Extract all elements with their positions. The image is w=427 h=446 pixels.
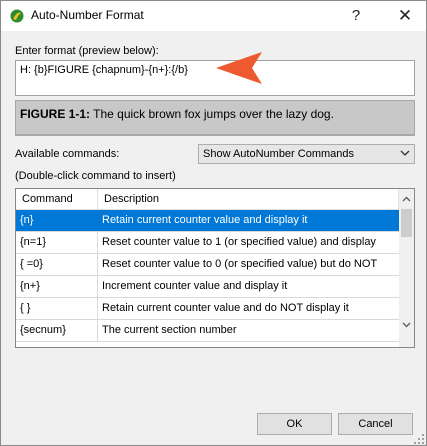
commands-table: Command Description {n} Retain current c… <box>15 188 415 348</box>
description-cell: Retain current counter value and do NOT … <box>102 302 349 314</box>
window-title: Auto-Number Format <box>31 8 144 22</box>
command-cell: {secnum} <box>16 320 98 341</box>
table-row[interactable]: {n=1} Reset counter value to 1 (or speci… <box>16 232 399 254</box>
table-rows: {n} Retain current counter value and dis… <box>16 210 399 347</box>
command-cell: {n=1} <box>16 232 98 253</box>
table-row[interactable]: {secnum} The current section number <box>16 320 399 342</box>
table-row[interactable]: {n+} Increment counter value and display… <box>16 276 399 298</box>
table-header: Command Description <box>16 189 399 210</box>
table-row[interactable]: { } Retain current counter value and do … <box>16 298 399 320</box>
cancel-button[interactable]: Cancel <box>338 413 413 435</box>
available-commands-label: Available commands: <box>15 148 120 160</box>
scroll-up-icon[interactable] <box>399 192 414 207</box>
table-row[interactable]: {n} Retain current counter value and dis… <box>16 210 399 232</box>
vertical-scrollbar[interactable] <box>399 189 414 347</box>
description-cell: Retain current counter value and display… <box>102 214 308 226</box>
command-cell: {n} <box>16 210 98 231</box>
double-click-hint: (Double-click command to insert) <box>15 170 176 182</box>
description-cell: Reset counter value to 1 (or specified v… <box>102 236 376 248</box>
commands-dropdown[interactable]: Show AutoNumber Commands <box>198 144 415 164</box>
format-label: Enter format (preview below): <box>15 45 159 57</box>
resize-grip-icon[interactable] <box>413 433 425 445</box>
format-preview: FIGURE 1-1: The quick brown fox jumps ov… <box>15 100 415 136</box>
pointer-arrow-icon <box>216 52 262 84</box>
description-cell: The current section number <box>102 324 237 336</box>
description-cell: Reset counter value to 0 (or specified v… <box>102 258 378 270</box>
command-cell: { } <box>16 298 98 319</box>
table-row[interactable]: { =0} Reset counter value to 0 (or speci… <box>16 254 399 276</box>
close-icon[interactable]: ✕ <box>392 5 418 27</box>
preview-bold-text: FIGURE 1-1: <box>20 107 91 121</box>
command-cell: { =0} <box>16 254 98 275</box>
command-cell: {n+} <box>16 276 98 297</box>
preview-text: The quick brown fox jumps over the lazy … <box>90 107 334 121</box>
column-header-description[interactable]: Description <box>98 189 399 210</box>
app-icon <box>10 9 24 23</box>
ok-button[interactable]: OK <box>257 413 332 435</box>
help-icon[interactable]: ? <box>343 5 369 27</box>
description-cell: Increment counter value and display it <box>102 280 288 292</box>
column-header-command[interactable]: Command <box>16 189 98 210</box>
scrollbar-thumb[interactable] <box>401 209 412 237</box>
chevron-down-icon <box>400 150 410 156</box>
auto-number-format-dialog: Auto-Number Format ? ✕ Enter format (pre… <box>0 0 427 446</box>
scroll-down-icon[interactable] <box>399 317 414 332</box>
commands-dropdown-value: Show AutoNumber Commands <box>203 148 355 160</box>
title-bar: Auto-Number Format ? ✕ <box>1 1 426 31</box>
